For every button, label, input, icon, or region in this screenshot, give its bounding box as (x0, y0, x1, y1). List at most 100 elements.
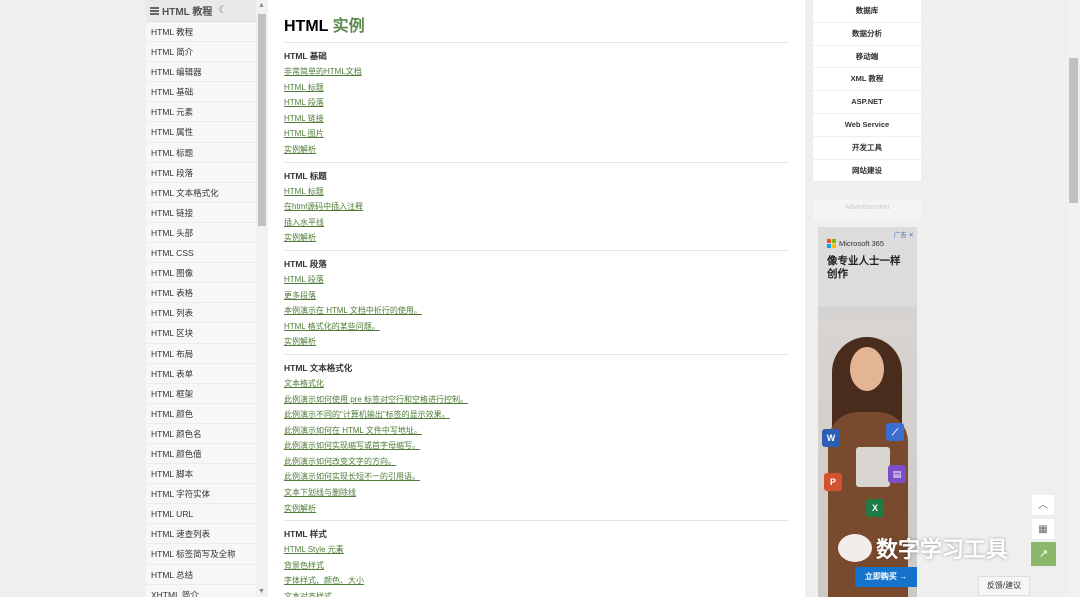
sidebar-item[interactable]: HTML 颜色值 (146, 444, 256, 465)
example-link[interactable]: 实例解析 (284, 142, 789, 158)
example-link[interactable]: 实例解析 (284, 230, 789, 246)
right-nav-item[interactable]: 数据库 (813, 0, 921, 23)
right-nav-item[interactable]: 移动端 (813, 46, 921, 69)
page-scroll-thumb[interactable] (1069, 58, 1078, 203)
page-title-prefix: HTML (284, 18, 329, 35)
example-link[interactable]: 此例演示如何实现缩写或首字母缩写。 (284, 438, 789, 454)
sidebar-item[interactable]: HTML 区块 (146, 323, 256, 344)
watermark: 数字学习工具 (838, 532, 1008, 564)
sidebar-item[interactable]: HTML 表单 (146, 364, 256, 384)
scroll-up-icon[interactable]: ▲ (258, 2, 265, 9)
right-nav-item[interactable]: 开发工具 (813, 137, 921, 160)
word-icon: W (822, 429, 840, 447)
section-heading: HTML 标题 (284, 170, 327, 181)
sidebar-item[interactable]: HTML 颜色名 (146, 424, 256, 444)
example-link[interactable]: HTML 段落 (284, 95, 789, 111)
menu-icon[interactable] (150, 6, 159, 15)
ad-brand-name: Microsoft 365 (839, 239, 885, 248)
sidebar-item[interactable]: HTML 标签简写及全称 (146, 544, 256, 565)
example-link[interactable]: 插入水平线 (284, 215, 789, 231)
qr-code-icon[interactable]: ▦ (1031, 518, 1055, 540)
sidebar-item[interactable]: HTML 元素 (146, 102, 256, 123)
sidebar: HTML 教程 ☾ HTML 教程 HTML 简介 HTML 编辑器 HTML 基础 H… (146, 0, 256, 597)
sidebar-item[interactable]: HTML 字符实体 (146, 484, 256, 505)
example-link[interactable]: HTML 标题 (284, 80, 789, 96)
sidebar-title: HTML 教程 (162, 7, 213, 18)
example-link[interactable]: 此例演示如何使用 pre 标签对空行和空格进行控制。 (284, 392, 789, 408)
example-section: HTML 文本格式化文本格式化 此例演示如何使用 pre 标签对空行和空格进行控制… (284, 361, 789, 522)
sidebar-item[interactable]: HTML 速查列表 (146, 524, 256, 545)
sidebar-item[interactable]: HTML 脚本 (146, 464, 256, 485)
example-link[interactable]: HTML 链接 (284, 111, 789, 127)
example-link[interactable]: 在html源码中插入注释 (284, 199, 789, 215)
wechat-icon (838, 534, 872, 562)
example-link[interactable]: 此例演示不同的"计算机输出"标签的显示效果。 (284, 407, 789, 423)
sidebar-list: HTML 教程 HTML 简介 HTML 编辑器 HTML 基础 HTML 元素 HTML… (146, 22, 256, 597)
ad-brand: Microsoft 365 (827, 239, 884, 248)
example-link[interactable]: HTML 图片 (284, 126, 789, 142)
example-link[interactable]: HTML 标题 (284, 184, 789, 200)
sidebar-item[interactable]: HTML 颜色 (146, 404, 256, 424)
example-link[interactable]: 文本格式化 (284, 376, 789, 392)
example-link[interactable]: 此例演示如何在 HTML 文件中写地址。 (284, 423, 789, 439)
scroll-down-icon[interactable]: ▼ (258, 588, 265, 595)
example-link[interactable]: 文本下划线与删除线 (284, 485, 789, 501)
app-icon: ⟋ (886, 423, 904, 441)
sidebar-item[interactable]: HTML 段落 (146, 163, 256, 183)
example-link[interactable]: 此例演示如何实现长短不一的引用语。 (284, 469, 789, 485)
ad-buy-button[interactable]: 立即购买 → (855, 567, 917, 587)
sidebar-item[interactable]: HTML 编辑器 (146, 62, 256, 83)
page-scrollbar[interactable] (1067, 0, 1080, 597)
right-nav: 数据库 数据分析 移动端 XML 教程 ASP.NET Web Service 开发工具 网站… (813, 0, 921, 183)
ad-tag[interactable]: 广告 ✕ (894, 229, 914, 239)
sidebar-item[interactable]: HTML 标题 (146, 143, 256, 163)
ad-headline: 像专业人士一样创作 (827, 255, 901, 280)
laptop-icon (856, 447, 890, 487)
moon-icon[interactable]: ☾ (218, 5, 227, 16)
microsoft-logo-icon (827, 239, 836, 248)
sidebar-item[interactable]: HTML 列表 (146, 303, 256, 324)
feedback-button[interactable]: 反馈/建议 (978, 576, 1030, 596)
sidebar-item[interactable]: HTML 头部 (146, 223, 256, 244)
example-link[interactable]: 字体样式、颜色、大小 (284, 573, 789, 589)
section-heading: HTML 文本格式化 (284, 362, 353, 373)
example-link[interactable]: 实例解析 (284, 501, 789, 517)
right-nav-item[interactable]: 数据分析 (813, 23, 921, 46)
excel-icon: X (866, 499, 884, 517)
sidebar-item[interactable]: HTML 文本格式化 (146, 183, 256, 203)
example-link[interactable]: 更多段落 (284, 288, 789, 304)
sidebar-item[interactable]: HTML URL (146, 504, 256, 525)
right-nav-item[interactable]: XML 教程 (813, 68, 921, 92)
sidebar-item[interactable]: HTML 表格 (146, 283, 256, 304)
back-to-top-button[interactable]: ︿ (1031, 494, 1055, 516)
sidebar-item[interactable]: XHTML 简介 (146, 585, 256, 597)
sidebar-item[interactable]: HTML 教程 (146, 22, 256, 43)
example-link[interactable]: 背景色样式 (284, 558, 789, 574)
example-link[interactable]: 本例演示在 HTML 文档中折行的使用。 (284, 303, 789, 319)
onenote-icon: ▤ (888, 465, 906, 483)
example-link[interactable]: 非常简单的HTML文档 (284, 64, 789, 80)
example-link[interactable]: 实例解析 (284, 334, 789, 350)
example-link[interactable]: 文本对齐样式 (284, 589, 789, 597)
example-link[interactable]: HTML Style 元素 (284, 542, 789, 558)
right-nav-item[interactable]: 网站建设 (813, 160, 921, 183)
share-button[interactable]: ↗ (1031, 542, 1056, 566)
example-link[interactable]: 此例演示如何改变文字的方向。 (284, 454, 789, 470)
sidebar-item[interactable]: HTML CSS (146, 243, 256, 264)
sidebar-item[interactable]: HTML 属性 (146, 122, 256, 143)
sidebar-item[interactable]: HTML 基础 (146, 82, 256, 103)
right-nav-item[interactable]: ASP.NET (813, 91, 921, 114)
sidebar-item[interactable]: HTML 图像 (146, 263, 256, 284)
example-section: HTML 标题 HTML 标题 在html源码中插入注释 插入水平线 实例解析 (284, 169, 789, 251)
sidebar-item[interactable]: HTML 总结 (146, 565, 256, 585)
right-nav-item[interactable]: Web Service (813, 114, 921, 137)
sidebar-scroll-thumb[interactable] (258, 14, 266, 226)
sidebar-item[interactable]: HTML 链接 (146, 203, 256, 223)
sidebar-scrollbar[interactable]: ▲ ▼ (256, 0, 268, 597)
sidebar-item[interactable]: HTML 简介 (146, 42, 256, 63)
example-link[interactable]: HTML 段落 (284, 272, 789, 288)
sidebar-item[interactable]: HTML 框架 (146, 384, 256, 404)
sidebar-item[interactable]: HTML 布局 (146, 344, 256, 364)
section-heading: HTML 段落 (284, 258, 327, 269)
example-link[interactable]: HTML 格式化的某些问题。 (284, 319, 789, 335)
